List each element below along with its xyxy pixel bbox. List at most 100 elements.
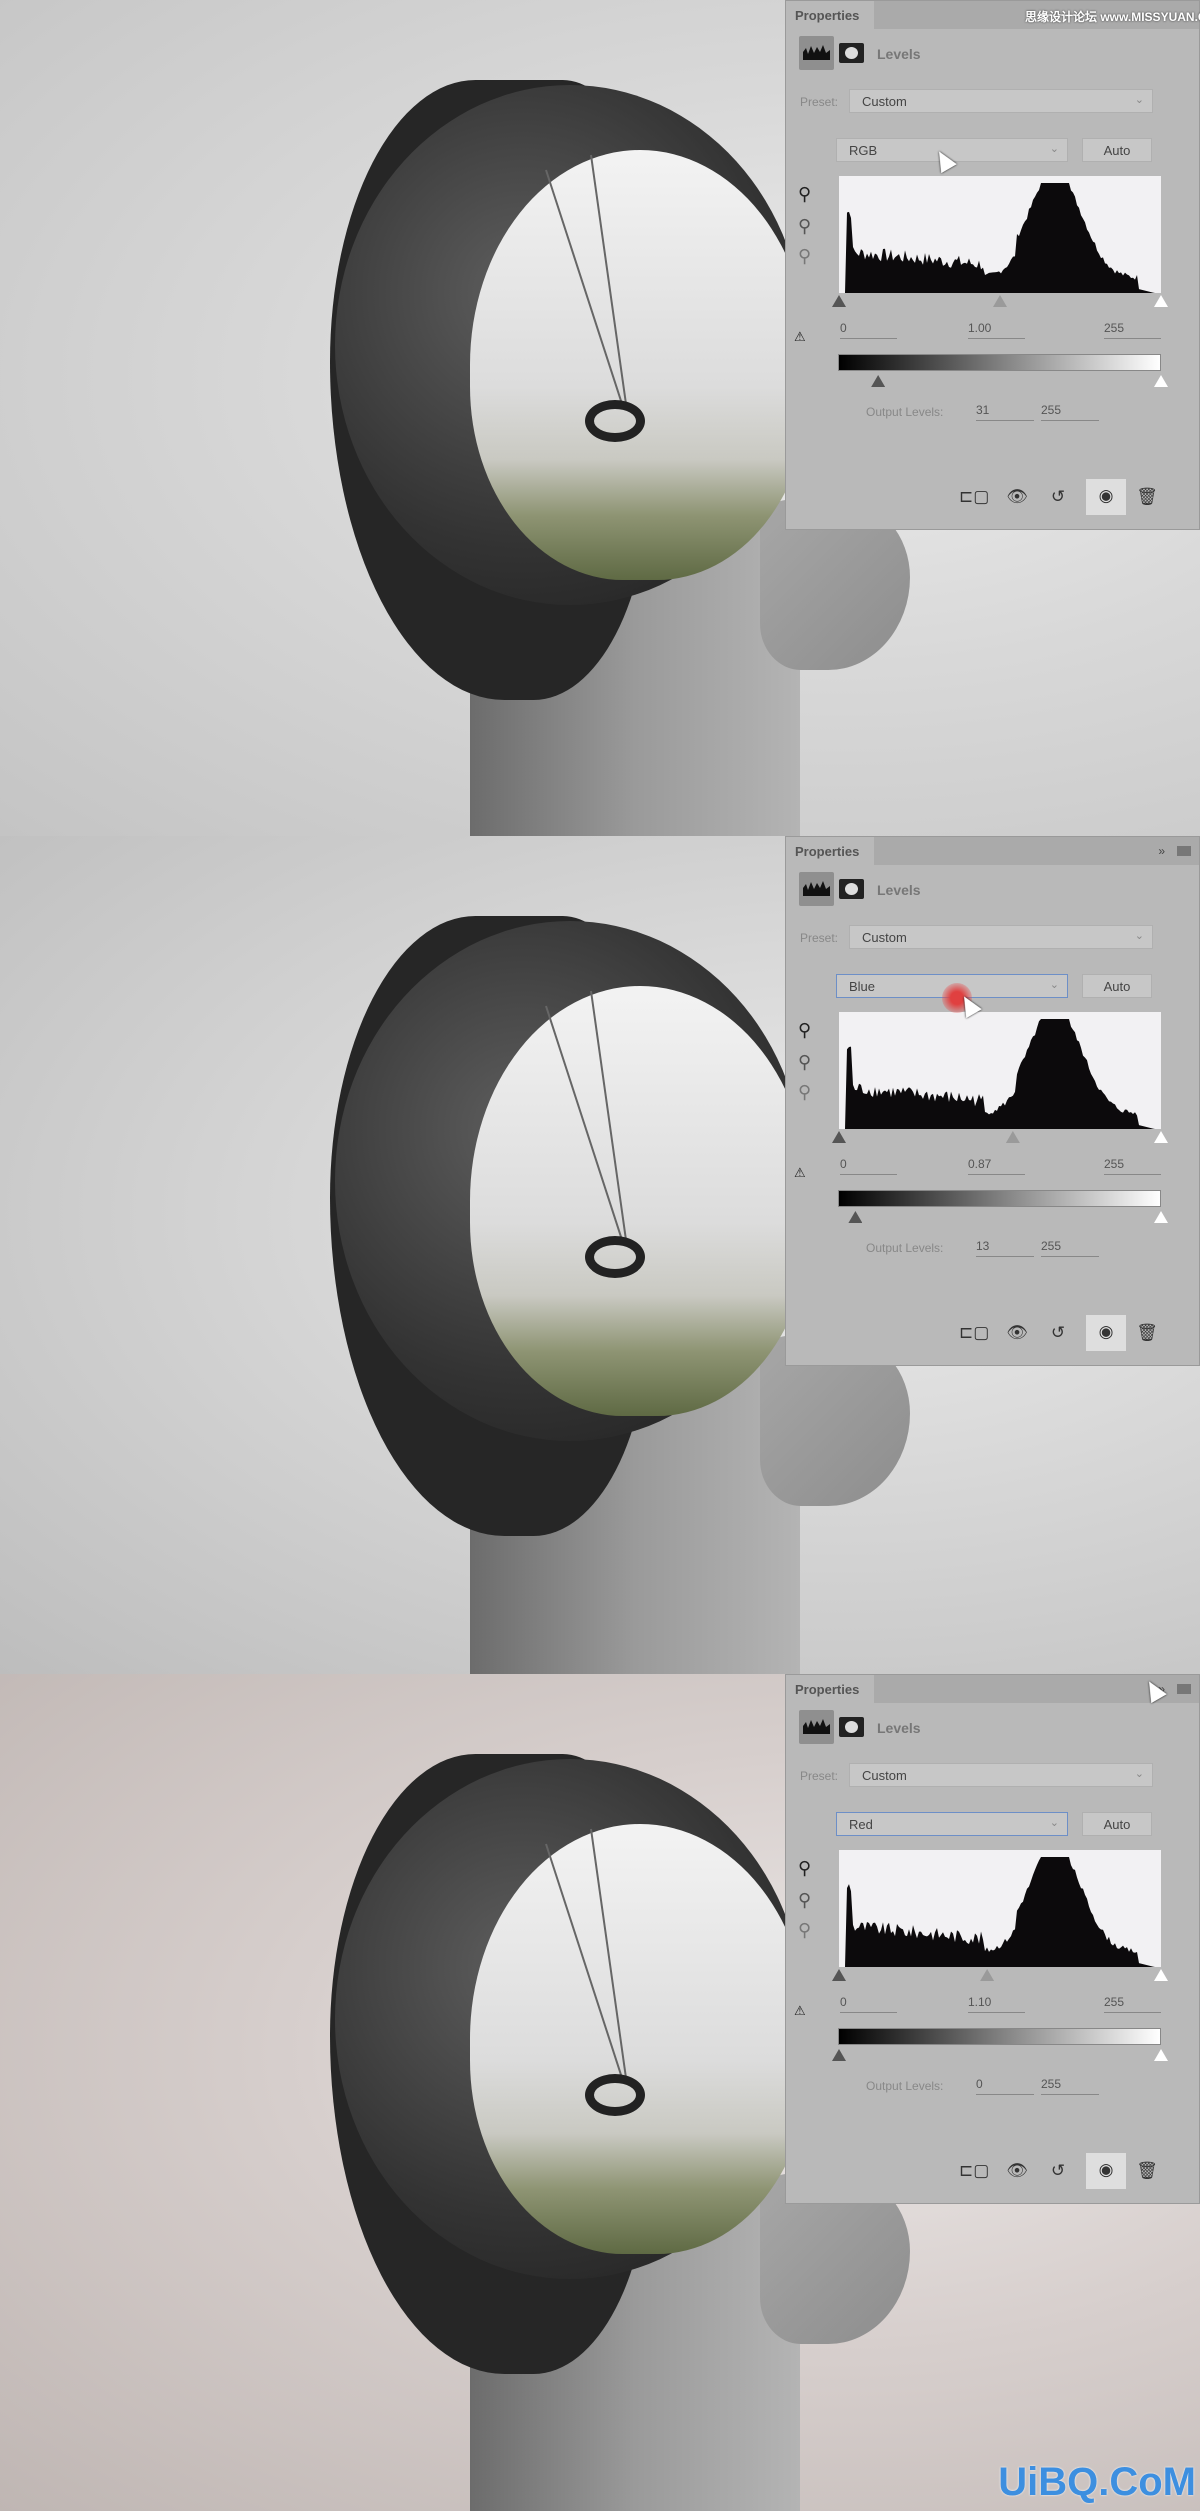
panel-tab-properties[interactable]: Properties [786, 1675, 874, 1703]
tire-swing [585, 1236, 645, 1278]
black-eyedropper-icon[interactable]: ⚲ [798, 184, 811, 205]
clipping-warning-icon[interactable]: ⚠ [794, 2003, 806, 2019]
mask-icon[interactable] [839, 879, 864, 899]
levels-icon[interactable] [799, 1710, 834, 1744]
panel-toolbar: ⊏▢ 👁 ↺ ◉ 🗑 [786, 1315, 1199, 1353]
input-white-slider[interactable] [1154, 295, 1168, 307]
levels-icon[interactable] [799, 36, 834, 70]
clip-to-layer-icon[interactable]: ⊏▢ [959, 1319, 989, 1349]
output-white-value[interactable]: 255 [1041, 403, 1099, 421]
output-black-value[interactable]: 0 [976, 2077, 1034, 2095]
channel-value: Blue [849, 979, 876, 994]
auto-button[interactable]: Auto [1082, 1812, 1152, 1836]
input-white-value[interactable]: 255 [1104, 1995, 1161, 2013]
input-gamma-value[interactable]: 1.10 [968, 1995, 1025, 2013]
panel-tab-properties[interactable]: Properties [786, 837, 874, 865]
input-gamma-value[interactable]: 0.87 [968, 1157, 1025, 1175]
gray-eyedropper-icon[interactable]: ⚲ [798, 1052, 811, 1073]
chevron-down-icon: ⌄ [1049, 1817, 1059, 1829]
sky-window [470, 1824, 810, 2254]
input-gamma-slider[interactable] [980, 1969, 995, 1981]
reset-icon[interactable]: ↺ [1043, 483, 1073, 513]
preset-dropdown[interactable]: Custom ⌄ [849, 89, 1153, 113]
tire-swing [585, 400, 645, 442]
visibility-icon[interactable]: ◉ [1086, 2153, 1126, 2189]
clip-to-layer-icon[interactable]: ⊏▢ [959, 2157, 989, 2187]
mask-icon[interactable] [839, 43, 864, 63]
channel-value: RGB [849, 143, 878, 158]
channel-dropdown[interactable]: Red ⌄ [836, 1812, 1068, 1836]
output-white-value[interactable]: 255 [1041, 1239, 1099, 1257]
output-black-slider[interactable] [848, 1211, 863, 1223]
clipping-warning-icon[interactable]: ⚠ [794, 329, 806, 345]
input-gamma-value[interactable]: 1.00 [968, 321, 1025, 339]
output-white-value[interactable]: 255 [1041, 2077, 1099, 2095]
input-gamma-slider[interactable] [993, 295, 1007, 307]
input-white-value[interactable]: 255 [1104, 321, 1161, 339]
histogram-shape [839, 183, 1161, 293]
input-black-slider[interactable] [832, 295, 846, 307]
gray-eyedropper-icon[interactable]: ⚲ [798, 216, 811, 237]
white-eyedropper-icon[interactable]: ⚲ [798, 246, 811, 267]
black-eyedropper-icon[interactable]: ⚲ [798, 1020, 811, 1041]
reset-icon[interactable]: ↺ [1043, 1319, 1073, 1349]
output-white-slider[interactable] [1154, 2049, 1168, 2061]
histogram [839, 176, 1161, 293]
black-eyedropper-icon[interactable]: ⚲ [798, 1858, 811, 1879]
auto-button[interactable]: Auto [1082, 974, 1152, 998]
visibility-icon[interactable]: ◉ [1086, 479, 1126, 515]
delete-icon[interactable]: 🗑 [1132, 1319, 1162, 1349]
output-black-value[interactable]: 31 [976, 403, 1034, 421]
output-gradient [838, 354, 1161, 371]
input-black-slider[interactable] [832, 1969, 846, 1981]
visibility-icon[interactable]: ◉ [1086, 1315, 1126, 1351]
preset-dropdown[interactable]: Custom ⌄ [849, 1763, 1153, 1787]
panel-header: Properties » [786, 837, 1199, 865]
output-black-slider[interactable] [832, 2049, 846, 2061]
clip-to-layer-icon[interactable]: ⊏▢ [959, 483, 989, 513]
output-levels-label: Output Levels: [866, 2079, 944, 2093]
output-gradient [838, 1190, 1161, 1207]
sky-window [470, 986, 810, 1416]
input-black-value[interactable]: 0 [840, 321, 897, 339]
double-chevron-icon[interactable]: » [1158, 844, 1165, 858]
gray-eyedropper-icon[interactable]: ⚲ [798, 1890, 811, 1911]
view-previous-icon[interactable]: 👁 [1002, 2157, 1032, 2187]
output-white-slider[interactable] [1154, 1211, 1168, 1223]
auto-button[interactable]: Auto [1082, 138, 1152, 162]
white-eyedropper-icon[interactable]: ⚲ [798, 1920, 811, 1941]
reset-icon[interactable]: ↺ [1043, 2157, 1073, 2187]
adjustment-title: Levels [877, 46, 921, 62]
preset-dropdown[interactable]: Custom ⌄ [849, 925, 1153, 949]
delete-icon[interactable]: 🗑 [1132, 2157, 1162, 2187]
output-black-value[interactable]: 13 [976, 1239, 1034, 1257]
histogram-shape [839, 1019, 1161, 1129]
panel-toolbar: ⊏▢ 👁 ↺ ◉ 🗑 [786, 479, 1199, 517]
histogram [839, 1012, 1161, 1129]
delete-icon[interactable]: 🗑 [1132, 483, 1162, 513]
panel-menu-icon[interactable] [1177, 1684, 1191, 1694]
output-levels-label: Output Levels: [866, 405, 944, 419]
chevron-down-icon: ⌄ [1134, 1768, 1144, 1780]
panel-menu-icon[interactable] [1177, 846, 1191, 856]
input-black-value[interactable]: 0 [840, 1995, 897, 2013]
output-black-slider[interactable] [871, 375, 886, 387]
input-black-slider[interactable] [832, 1131, 846, 1143]
mask-icon[interactable] [839, 1717, 864, 1737]
input-white-value[interactable]: 255 [1104, 1157, 1161, 1175]
properties-panel: Properties » Levels Preset: Custom ⌄ Blu… [785, 836, 1200, 1366]
panel-tab-properties[interactable]: Properties [786, 1, 874, 29]
clipping-warning-icon[interactable]: ⚠ [794, 1165, 806, 1181]
levels-icon[interactable] [799, 872, 834, 906]
input-black-value[interactable]: 0 [840, 1157, 897, 1175]
output-white-slider[interactable] [1154, 375, 1168, 387]
input-white-slider[interactable] [1154, 1969, 1168, 1981]
tire-swing [585, 2074, 645, 2116]
sky-window [470, 150, 810, 580]
view-previous-icon[interactable]: 👁 [1002, 483, 1032, 513]
input-white-slider[interactable] [1154, 1131, 1168, 1143]
view-previous-icon[interactable]: 👁 [1002, 1319, 1032, 1349]
input-gamma-slider[interactable] [1005, 1131, 1020, 1143]
white-eyedropper-icon[interactable]: ⚲ [798, 1082, 811, 1103]
watermark-top: 思缘设计论坛 www.MISSYUAN.COM [1025, 10, 1200, 24]
